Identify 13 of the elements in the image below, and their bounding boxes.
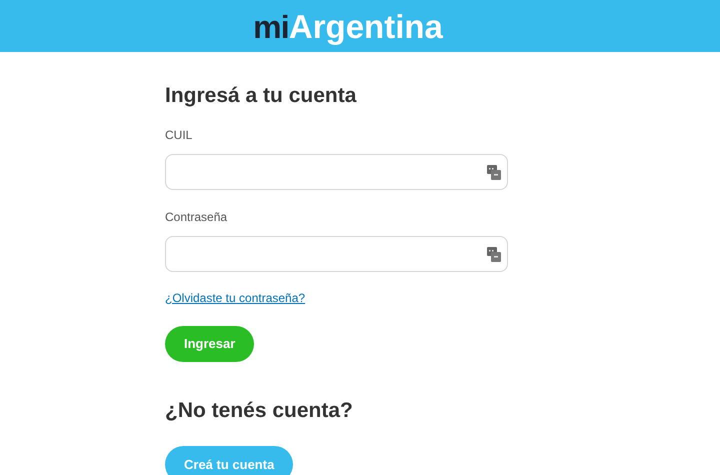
logo: mi <box>253 8 289 47</box>
keyboard-icon <box>487 246 501 262</box>
create-account-button[interactable]: Creá tu cuenta <box>165 446 294 475</box>
login-button[interactable]: Ingresar <box>165 326 254 362</box>
heading: Ingresá a tu cuenta <box>165 83 358 109</box>
logo: Argentina <box>288 7 443 47</box>
input-field[interactable] <box>165 154 508 190</box>
forgot-password-link[interactable]: ¿Olvidaste tu contraseña? <box>165 288 306 306</box>
input-field[interactable] <box>165 236 508 272</box>
heading: ¿No tenés cuenta? <box>165 398 354 424</box>
field-label: CUIL <box>165 126 194 144</box>
field-label: Contraseña <box>165 208 228 226</box>
keyboard-icon <box>487 164 501 180</box>
